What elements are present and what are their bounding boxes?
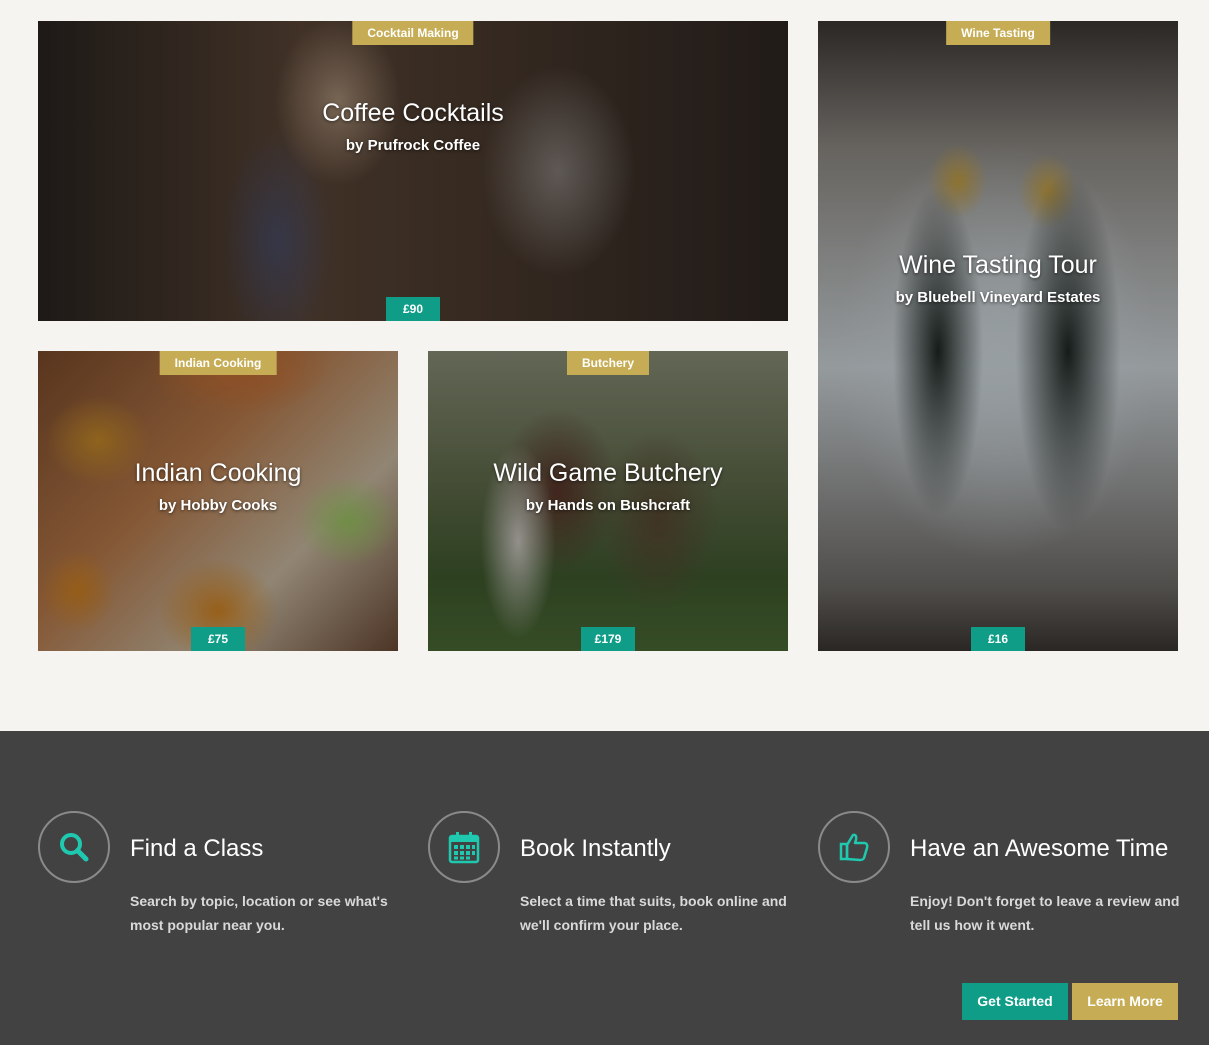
- feature-title: Have an Awesome Time: [910, 835, 1169, 862]
- class-card-wild-game-butchery[interactable]: Butchery Wild Game Butchery by Hands on …: [428, 351, 788, 651]
- card-host: by Prufrock Coffee: [345, 137, 481, 154]
- calendar-icon: [428, 811, 500, 883]
- search-icon: [38, 811, 110, 883]
- feature-description: Enjoy! Don't forget to leave a review an…: [910, 893, 1180, 933]
- category-badge: Cocktail Making: [352, 21, 474, 45]
- card-title: Indian Cooking: [134, 459, 302, 487]
- feature-title: Find a Class: [130, 835, 264, 862]
- price-badge: £90: [386, 297, 440, 321]
- class-card-coffee-cocktails[interactable]: Cocktail Making Coffee Cocktails by Pruf…: [38, 21, 788, 321]
- card-host: by Hands on Bushcraft: [525, 497, 691, 514]
- how-it-works-section: Find a Class Search by topic, location o…: [0, 731, 1209, 1045]
- price-badge: £75: [191, 627, 245, 651]
- card-title: Wine Tasting Tour: [899, 251, 1097, 279]
- price-badge: £16: [971, 627, 1025, 651]
- card-host: by Hobby Cooks: [158, 497, 278, 514]
- feature-title: Book Instantly: [520, 835, 671, 862]
- category-badge: Butchery: [566, 351, 650, 375]
- price-badge: £179: [581, 627, 635, 651]
- category-badge: Wine Tasting: [946, 21, 1050, 45]
- card-title: Wild Game Butchery: [493, 459, 723, 487]
- class-card-wine-tasting-tour[interactable]: Wine Tasting Wine Tasting Tour by Bluebe…: [818, 21, 1178, 651]
- class-card-indian-cooking[interactable]: Indian Cooking Indian Cooking by Hobby C…: [38, 351, 398, 651]
- card-title: Coffee Cocktails: [322, 99, 504, 127]
- category-badge: Indian Cooking: [159, 351, 277, 375]
- card-host: by Bluebell Vineyard Estates: [895, 289, 1101, 306]
- feature-description: Select a time that suits, book online an…: [520, 893, 787, 933]
- thumbs-up-icon: [818, 811, 890, 883]
- learn-more-button[interactable]: Learn More: [1072, 983, 1178, 1020]
- feature-description: Search by topic, location or see what's …: [130, 893, 388, 933]
- get-started-button[interactable]: Get Started: [962, 983, 1068, 1020]
